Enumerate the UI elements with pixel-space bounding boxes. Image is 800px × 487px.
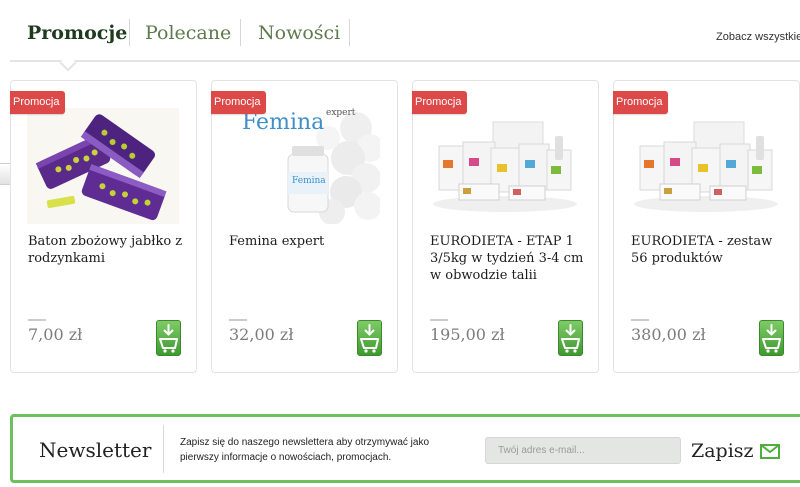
tab-polecane[interactable]: Polecane — [145, 20, 231, 46]
newsletter-description: Zapisz się do naszego newslettera aby ot… — [180, 437, 430, 463]
product-image-eurodieta-etap1[interactable] — [429, 108, 581, 224]
cart-download-icon — [159, 324, 178, 353]
tab-divider — [240, 19, 241, 46]
old-price-placeholder — [28, 319, 46, 321]
femina-bottle-text: Femina — [292, 176, 326, 186]
product-card[interactable]: Promocja EURODIETA - ETAP 1 3/5kg w tydz… — [412, 80, 599, 373]
product-card[interactable]: Promocja Femina expert Femina Femina exp… — [211, 80, 398, 373]
product-image-cereal-bars[interactable] — [27, 108, 179, 224]
product-card[interactable]: Promocja Baton zbożowy jabłko z rodzynka… — [10, 80, 197, 373]
newsletter-email-input[interactable] — [485, 437, 681, 464]
product-price: 380,00 zł — [631, 325, 706, 344]
add-to-cart-button[interactable] — [759, 320, 784, 356]
tab-divider — [129, 19, 130, 46]
add-to-cart-button[interactable] — [558, 320, 583, 356]
product-price: 32,00 zł — [229, 325, 294, 344]
product-card[interactable]: Promocja EURODIETA - zestaw 56 produktów… — [613, 80, 800, 373]
product-tabs: Promocje Polecane Nowości Zobacz wszystk… — [0, 0, 800, 72]
newsletter-submit-button[interactable]: Zapisz — [691, 437, 780, 465]
cart-download-icon — [762, 324, 781, 353]
newsletter-divider — [163, 425, 164, 473]
product-name[interactable]: Femina expert — [229, 233, 389, 250]
newsletter-box: Newsletter Zapisz się do naszego newslet… — [10, 414, 800, 483]
product-name[interactable]: EURODIETA - zestaw 56 produktów — [631, 233, 791, 267]
promo-badge: Promocja — [412, 91, 467, 114]
femina-expert-text: expert — [326, 108, 356, 118]
tab-divider — [349, 19, 350, 46]
envelope-icon — [759, 443, 780, 459]
add-to-cart-button[interactable] — [156, 320, 181, 356]
promo-badge: Promocja — [211, 91, 266, 114]
see-all-link[interactable]: Zobacz wszystkie — [716, 31, 800, 43]
newsletter-submit-label: Zapisz — [691, 440, 754, 462]
tab-promocje[interactable]: Promocje — [27, 20, 127, 46]
newsletter-title: Newsletter — [39, 438, 152, 462]
product-image-eurodieta-zestaw[interactable] — [630, 108, 782, 224]
tabs-underline — [10, 60, 800, 62]
add-to-cart-button[interactable] — [357, 320, 382, 356]
product-name[interactable]: Baton zbożowy jabłko z rodzynkami — [28, 233, 188, 267]
product-price: 195,00 zł — [430, 325, 505, 344]
old-price-placeholder — [631, 319, 649, 321]
product-name[interactable]: EURODIETA - ETAP 1 3/5kg w tydzień 3-4 c… — [430, 233, 590, 284]
old-price-placeholder — [430, 319, 448, 321]
cart-download-icon — [561, 324, 580, 353]
tab-nowosci[interactable]: Nowości — [258, 20, 340, 46]
promo-badge: Promocja — [613, 91, 668, 114]
promo-badge: Promocja — [10, 91, 65, 114]
cart-download-icon — [360, 324, 379, 353]
active-tab-pointer — [59, 54, 77, 72]
old-price-placeholder — [229, 319, 247, 321]
product-image-femina-expert[interactable]: Femina expert Femina — [228, 108, 380, 224]
product-price: 7,00 zł — [28, 325, 83, 344]
